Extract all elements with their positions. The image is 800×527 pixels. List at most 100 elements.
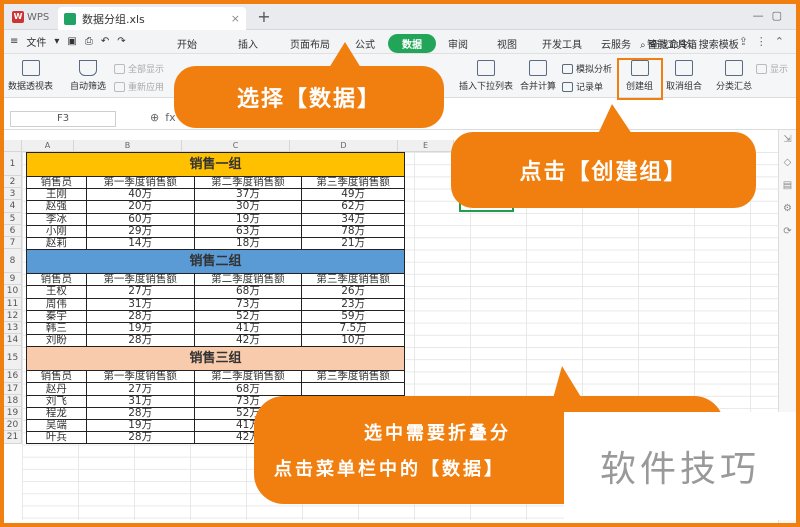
redo-icon[interactable]: ↷ [117, 36, 125, 47]
table-cell[interactable]: 秦宇 [26, 309, 87, 323]
header-cell[interactable]: 销售员 [26, 273, 87, 287]
more-icon[interactable]: ⋮ [756, 35, 767, 48]
consolidate-button[interactable]: 合并计算 [520, 60, 556, 92]
row-header[interactable]: 3 [4, 188, 22, 201]
table-cell[interactable]: 19万 [85, 418, 195, 433]
backup-icon[interactable]: ⟳ [783, 226, 791, 237]
header-cell[interactable]: 第三季度销售额 [301, 370, 405, 384]
table-cell[interactable]: 28万 [85, 431, 195, 445]
row-header[interactable]: 11 [4, 297, 22, 310]
tab-4[interactable]: 数据 [388, 34, 436, 53]
reapply-button[interactable]: 重新应用 [114, 80, 164, 93]
row-header[interactable]: 16 [4, 370, 22, 383]
table-cell[interactable]: 7.5万 [301, 321, 405, 336]
row-header[interactable]: 1 [4, 152, 22, 176]
table-cell[interactable]: 叶兵 [26, 431, 87, 445]
table-cell[interactable]: 刘盼 [26, 334, 87, 348]
table-cell[interactable]: 周伟 [26, 297, 87, 311]
table-cell[interactable]: 18万 [193, 236, 303, 251]
header-cell[interactable]: 销售员 [26, 370, 87, 384]
column-header[interactable]: D [290, 140, 398, 152]
table-cell[interactable]: 28万 [85, 309, 195, 323]
subtotal-button[interactable]: 分类汇总 [716, 60, 752, 92]
command-search[interactable]: ⌕ 查找命令、搜索模板 [640, 36, 739, 51]
header-cell[interactable]: 第三季度销售额 [301, 273, 405, 287]
table-cell[interactable]: 63万 [193, 224, 303, 238]
table-cell[interactable] [301, 382, 405, 396]
select-icon[interactable]: ⇲ [783, 134, 791, 145]
tab-1[interactable]: 插入 [218, 34, 278, 53]
table-cell[interactable]: 26万 [301, 285, 405, 299]
table-cell[interactable]: 37万 [193, 188, 303, 202]
header-cell[interactable]: 第二季度销售额 [193, 273, 303, 287]
row-header[interactable]: 21 [4, 431, 22, 444]
name-box[interactable]: F3 [10, 111, 116, 127]
file-tab[interactable]: 数据分组.xls × [58, 7, 246, 30]
table-cell[interactable]: 19万 [85, 321, 195, 336]
row-header[interactable]: 13 [4, 322, 22, 335]
column-header[interactable]: A [22, 140, 74, 152]
tab-6[interactable]: 视图 [480, 34, 534, 53]
table-cell[interactable]: 20万 [85, 200, 195, 214]
table-cell[interactable]: 王权 [26, 285, 87, 299]
table-cell[interactable]: 68万 [193, 285, 303, 299]
fx-icon[interactable]: fx [165, 111, 175, 124]
table-cell[interactable]: 59万 [301, 309, 405, 323]
wps-home-tab[interactable]: W WPS [8, 7, 54, 27]
table-cell[interactable]: 28万 [85, 334, 195, 348]
table-cell[interactable]: 程龙 [26, 406, 87, 421]
row-header[interactable]: 4 [4, 200, 22, 213]
close-tab-icon[interactable]: × [231, 12, 240, 25]
tab-8[interactable]: 云服务 [590, 34, 642, 53]
column-header[interactable]: E [398, 140, 454, 152]
chevron-down-icon[interactable]: ▾ [54, 36, 59, 47]
hamburger-icon[interactable]: ≡ [10, 36, 18, 47]
table-cell[interactable]: 52万 [193, 309, 303, 323]
corner-cell[interactable] [4, 140, 22, 152]
group-title[interactable]: 销售二组 [26, 249, 405, 275]
table-cell[interactable]: 30万 [193, 200, 303, 214]
table-cell[interactable]: 73万 [193, 297, 303, 311]
table-cell[interactable]: 21万 [301, 236, 405, 251]
share-icon[interactable]: ⇪ [739, 35, 748, 48]
settings-icon[interactable]: ⚙ [783, 203, 792, 214]
column-header[interactable]: C [182, 140, 290, 152]
table-cell[interactable]: 40万 [85, 188, 195, 202]
tab-7[interactable]: 开发工具 [534, 34, 590, 53]
row-header[interactable]: 8 [4, 249, 22, 274]
table-cell[interactable]: 78万 [301, 224, 405, 238]
header-cell[interactable]: 第一季度销售额 [85, 273, 195, 287]
table-cell[interactable]: 14万 [85, 236, 195, 251]
group-title[interactable]: 销售一组 [26, 152, 405, 177]
header-cell[interactable]: 第二季度销售额 [193, 175, 303, 190]
collapse-ribbon-icon[interactable]: ⌃ [775, 35, 784, 48]
whatif-button[interactable]: 模拟分析 [562, 62, 612, 75]
table-cell[interactable]: 10万 [301, 334, 405, 348]
table-cell[interactable]: 赵莉 [26, 236, 87, 251]
table-cell[interactable]: 李冰 [26, 212, 87, 226]
row-header[interactable]: 10 [4, 285, 22, 298]
table-cell[interactable]: 62万 [301, 200, 405, 214]
row-header[interactable]: 12 [4, 309, 22, 322]
record-form-button[interactable]: 记录单 [562, 80, 603, 93]
pivot-table-button[interactable]: 数据透视表 [8, 60, 53, 92]
row-header[interactable]: 15 [4, 346, 22, 371]
tab-0[interactable]: 开始 [156, 34, 218, 53]
show-detail-button[interactable]: 显示 [756, 62, 788, 75]
table-cell[interactable]: 刘飞 [26, 394, 87, 408]
table-cell[interactable]: 27万 [85, 382, 195, 396]
table-cell[interactable]: 27万 [85, 285, 195, 299]
table-cell[interactable]: 68万 [193, 382, 303, 396]
table-cell[interactable]: 29万 [85, 224, 195, 238]
table-cell[interactable]: 赵丹 [26, 382, 87, 396]
save-icon[interactable]: ▣ [67, 36, 76, 47]
table-cell[interactable]: 韩三 [26, 321, 87, 336]
table-cell[interactable]: 吴端 [26, 418, 87, 433]
maximize-icon[interactable]: ▢ [772, 9, 782, 22]
table-cell[interactable]: 49万 [301, 188, 405, 202]
table-cell[interactable]: 31万 [85, 394, 195, 408]
header-cell[interactable]: 第二季度销售额 [193, 370, 303, 384]
row-header[interactable]: 5 [4, 212, 22, 225]
ungroup-button[interactable]: 取消组合 [666, 60, 702, 92]
table-cell[interactable]: 31万 [85, 297, 195, 311]
